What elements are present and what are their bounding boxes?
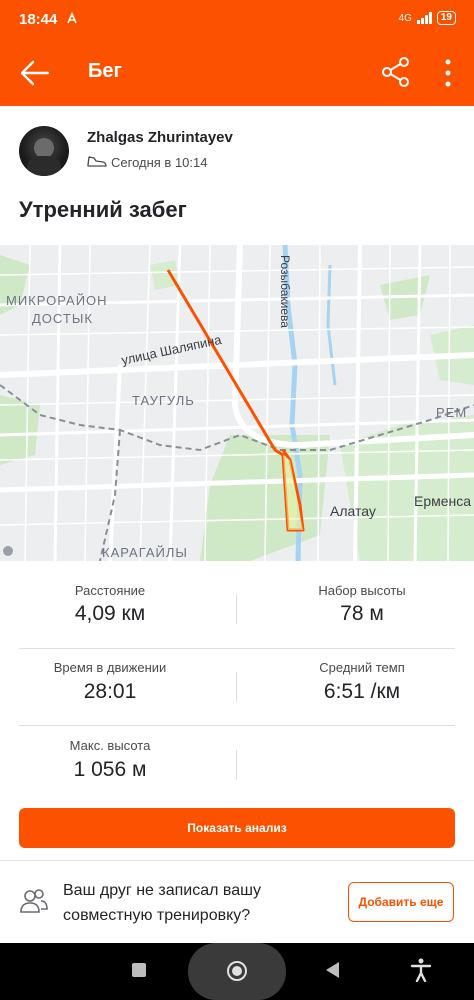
friends-icon (19, 888, 49, 914)
activity-title: Утренний забег (19, 197, 187, 222)
recent-apps-icon[interactable] (132, 963, 146, 977)
arrow-left-icon[interactable] (18, 56, 52, 90)
divider (236, 750, 237, 780)
home-button[interactable] (188, 943, 286, 1000)
route-map[interactable]: МИКРОРАЙОН ДОСТЫК улица Шаляпина Розыбак… (0, 245, 474, 561)
status-time: 18:44 (19, 11, 58, 28)
page-title: Бег (88, 60, 122, 82)
distance-label: Расстояние (74, 583, 146, 598)
map-label: КАРАГАЙЛЫ (102, 545, 188, 560)
pace-value: 6:51 /км (323, 680, 401, 703)
shoe-icon (87, 154, 107, 168)
system-nav-bar (0, 943, 474, 1000)
divider (236, 594, 237, 624)
signal-icon (416, 12, 432, 24)
avatar[interactable] (19, 126, 69, 176)
activity-date: Сегодня в 10:14 (111, 155, 208, 170)
network-type: 4G (398, 12, 412, 24)
add-more-button[interactable]: Добавить еще (348, 882, 454, 922)
max-elevation-label: Макс. высота (69, 738, 151, 753)
map-label: Ерменса (414, 493, 472, 509)
app-bar: Бег (0, 38, 474, 106)
divider (0, 860, 474, 861)
show-analysis-button[interactable]: Показать анализ (19, 808, 455, 848)
more-vertical-icon[interactable] (436, 56, 460, 90)
elevation-value: 78 м (340, 602, 384, 625)
map-label: ДОСТЫК (32, 311, 93, 326)
moving-time-value: 28:01 (83, 680, 137, 703)
status-bar: 18:44 4G 19 (0, 0, 474, 38)
distance-value: 4,09 км (74, 602, 146, 625)
map-label: МИКРОРАЙОН (6, 293, 108, 308)
moving-time-label: Время в движении (53, 660, 167, 675)
share-icon[interactable] (380, 56, 412, 88)
max-elevation-value: 1 056 м (73, 758, 147, 781)
elevation-label: Набор высоты (318, 583, 406, 598)
back-triangle-icon[interactable] (326, 962, 339, 978)
map-label: Алатау (330, 503, 376, 519)
status-icons: 4G 19 (399, 11, 456, 25)
battery-icon: 19 (436, 11, 456, 25)
map-label: РЕМ (436, 405, 468, 420)
divider (236, 672, 237, 702)
accessibility-icon[interactable] (410, 958, 432, 983)
map-label: ТАУГУЛЬ (132, 393, 195, 408)
athlete-name[interactable]: Zhalgas Zhurintayev (87, 129, 233, 146)
divider (19, 725, 455, 726)
friend-prompt-text: Ваш друг не записал вашу совместную трен… (63, 882, 261, 924)
map-label: Розыбакиева (278, 255, 292, 328)
pace-label: Средний темп (319, 660, 405, 675)
strava-notification-icon (66, 12, 78, 27)
divider (19, 648, 455, 649)
